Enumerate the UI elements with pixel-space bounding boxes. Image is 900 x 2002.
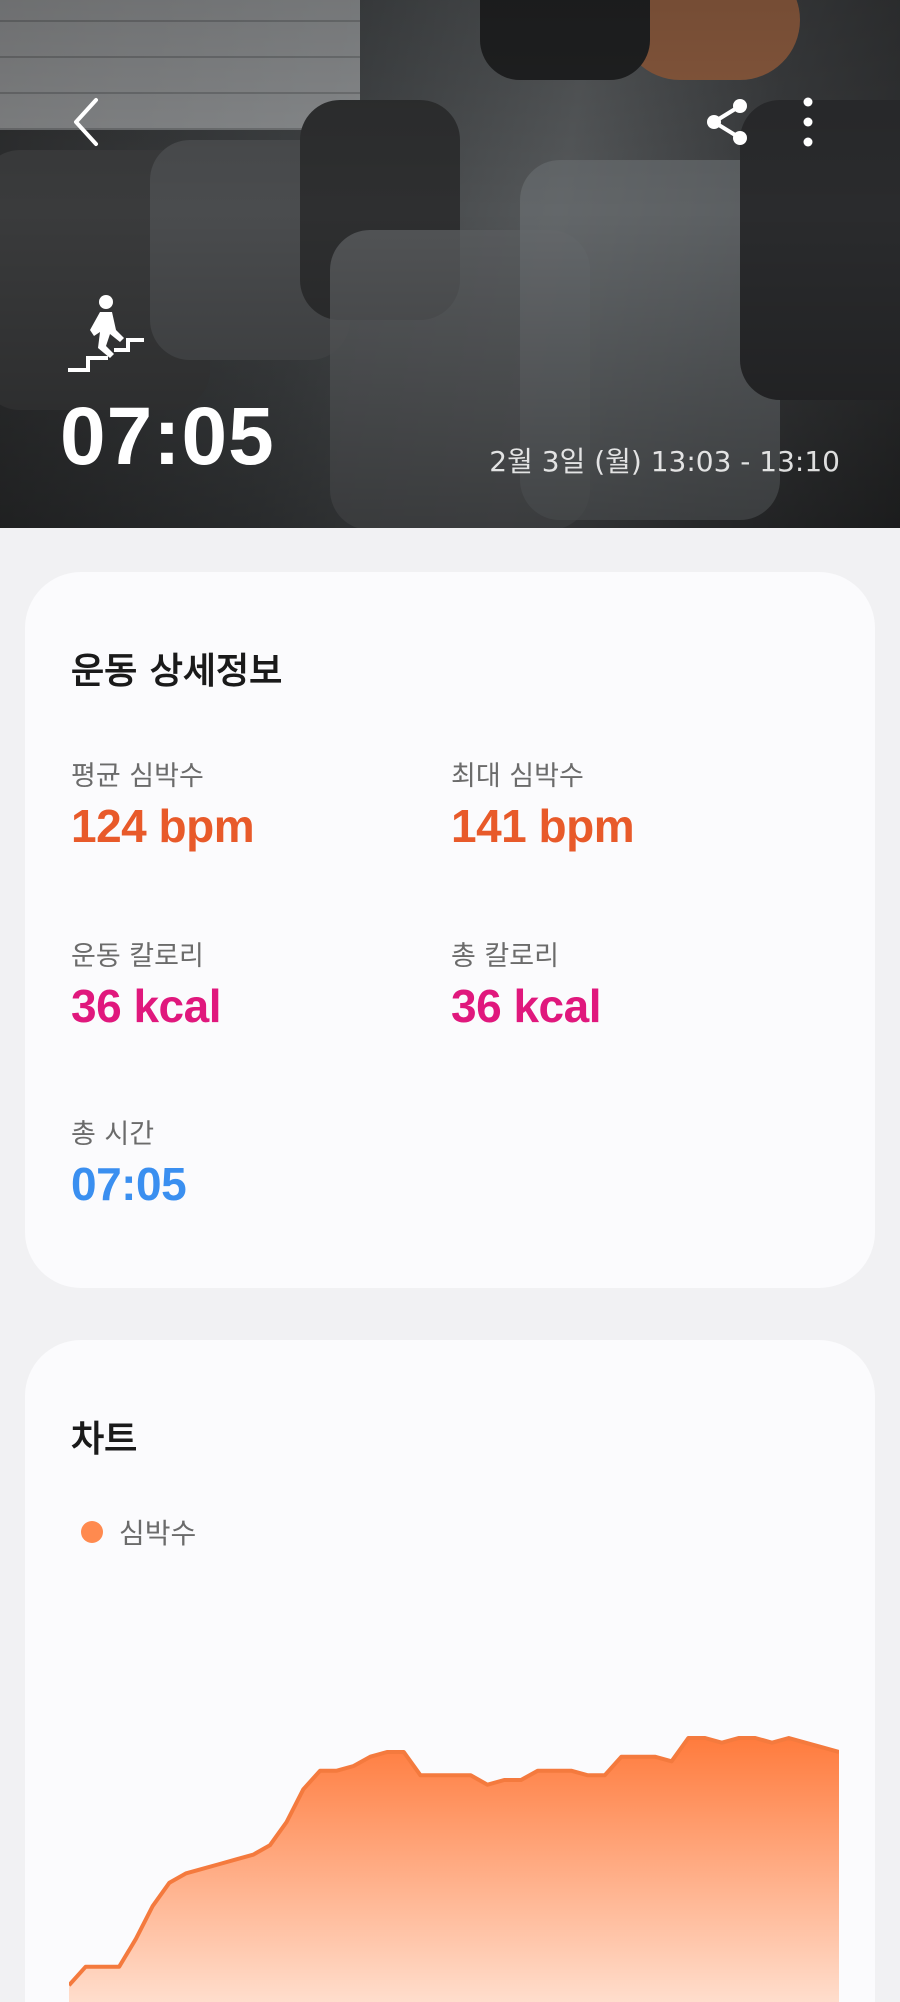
total-time-value: 07:05: [71, 1158, 187, 1210]
chart-title: 차트: [71, 1419, 138, 1460]
more-options-button[interactable]: [790, 94, 826, 150]
share-icon: [707, 99, 747, 145]
max-heart-rate-label: 최대 심박수: [451, 761, 584, 792]
avg-heart-rate-label: 평균 심박수: [71, 761, 204, 792]
chart-card: 차트 심박수: [25, 1340, 875, 2002]
avg-heart-rate-value: 124 bpm: [71, 800, 255, 852]
workout-calories-stat: 운동 칼로리 36 kcal: [71, 934, 221, 1033]
hero-banner: 07:05 2월 3일 (월) 13:03 - 13:10: [0, 0, 900, 528]
workout-calories-label: 운동 칼로리: [71, 941, 204, 972]
chevron-left-icon: [74, 98, 98, 146]
workout-calories-value: 36 kcal: [71, 980, 221, 1032]
total-calories-label: 총 칼로리: [451, 941, 559, 972]
avg-heart-rate-stat: 평균 심박수 124 bpm: [71, 754, 255, 853]
total-time-label: 총 시간: [71, 1119, 155, 1150]
details-title: 운동 상세정보: [71, 651, 283, 692]
workout-details-card: 운동 상세정보 평균 심박수 124 bpm 최대 심박수 141 bpm 운동…: [25, 572, 875, 1288]
more-vertical-icon: [803, 97, 813, 147]
chart-legend: 심박수: [81, 1512, 196, 1552]
max-heart-rate-stat: 최대 심박수 141 bpm: [451, 754, 635, 853]
total-calories-stat: 총 칼로리 36 kcal: [451, 934, 601, 1033]
heart-rate-area: [69, 1738, 839, 2002]
legend-dot: [81, 1521, 103, 1543]
heart-rate-area-chart: [69, 1736, 839, 2002]
total-calories-value: 36 kcal: [451, 980, 601, 1032]
legend-label-heart-rate: 심박수: [119, 1517, 197, 1550]
max-heart-rate-value: 141 bpm: [451, 800, 635, 852]
back-button[interactable]: [62, 92, 112, 152]
workout-date-range: 2월 3일 (월) 13:03 - 13:10: [489, 445, 840, 478]
stair-climbing-icon: [64, 292, 148, 376]
total-time-stat: 총 시간 07:05: [71, 1112, 187, 1211]
share-button[interactable]: [700, 92, 756, 152]
workout-duration: 07:05: [60, 391, 275, 482]
